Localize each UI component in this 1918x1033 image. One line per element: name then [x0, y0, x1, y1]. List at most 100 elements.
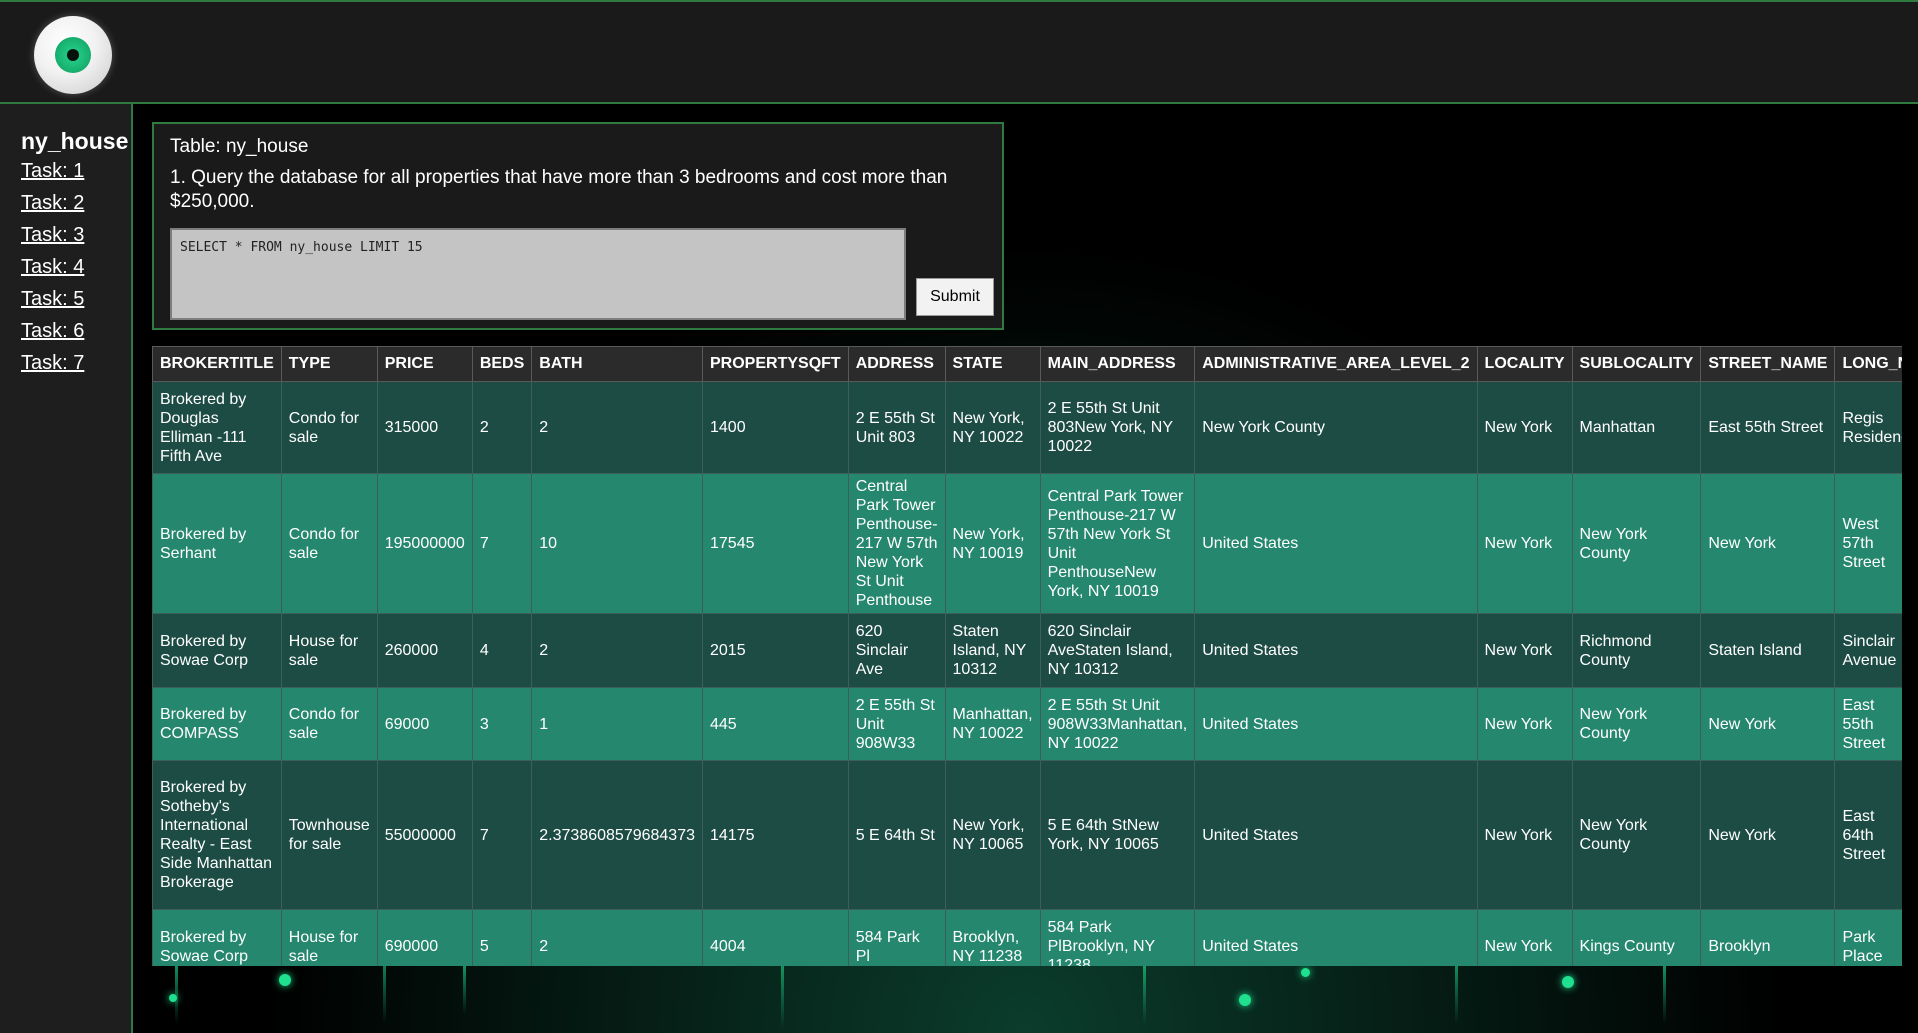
table-cell: 5 E 64th StNew York, NY 10065: [1039, 760, 1196, 910]
table-cell: Brokered by Serhant: [152, 473, 282, 614]
table-cell: 2: [471, 381, 533, 474]
column-header: TYPE: [280, 346, 378, 382]
column-header: LONG_N: [1834, 346, 1902, 382]
table-cell: United States: [1194, 613, 1478, 688]
table-cell: Brokered by Sotheby's International Real…: [152, 760, 282, 910]
table-cell: 260000: [376, 613, 473, 688]
sidebar-db-title: ny_house: [21, 128, 129, 154]
matrix-dot-decoration: [169, 994, 177, 1002]
table-cell: Condo for sale: [280, 473, 378, 614]
table-cell: New York: [1476, 909, 1573, 966]
matrix-rain-decoration: [1143, 964, 1146, 1024]
table-cell: Richmond County: [1571, 613, 1702, 688]
column-header: MAIN_ADDRESS: [1039, 346, 1196, 382]
column-header: ADDRESS: [847, 346, 946, 382]
table-cell: East 55th Street: [1834, 687, 1902, 761]
task-question: 1. Query the database for all properties…: [170, 167, 948, 212]
submit-button[interactable]: Submit: [916, 278, 994, 316]
task-panel: Table: ny_house 1. Query the database fo…: [152, 122, 1004, 330]
table-row: Brokered by Sowae Corp House for sale 69…: [152, 909, 1902, 966]
table-cell: 2.3738608579684373: [531, 760, 703, 910]
table-cell: Park Place: [1834, 909, 1902, 966]
sidebar-task-link[interactable]: Task: 7: [21, 353, 131, 374]
column-header: LOCALITY: [1476, 346, 1573, 382]
table-cell: 584 Park PlBrooklyn, NY 11238: [1039, 909, 1196, 966]
table-cell: United States: [1194, 909, 1478, 966]
table-cell: 445: [702, 687, 849, 761]
results-table-container[interactable]: BROKERTITLE TYPE PRICE BEDS BATH PROPERT…: [152, 346, 1902, 966]
table-cell: New York, NY 10022: [944, 381, 1041, 474]
table-cell: 315000: [376, 381, 473, 474]
results-table: BROKERTITLE TYPE PRICE BEDS BATH PROPERT…: [152, 346, 1902, 966]
table-cell: 4004: [702, 909, 849, 966]
sidebar-task-link[interactable]: Task: 1: [21, 161, 131, 182]
column-header: BROKERTITLE: [152, 346, 282, 382]
table-cell: East 55th Street: [1700, 381, 1836, 474]
table-cell: 4: [471, 613, 533, 688]
table-cell: Brokered by COMPASS: [152, 687, 282, 761]
sidebar-task-link[interactable]: Task: 3: [21, 225, 131, 246]
table-cell: Kings County: [1571, 909, 1702, 966]
table-cell: 195000000: [376, 473, 473, 614]
table-cell: Townhouse for sale: [280, 760, 378, 910]
table-cell: 5 E 64th St: [847, 760, 946, 910]
table-cell: New York: [1476, 473, 1573, 614]
top-bar: [0, 0, 1918, 104]
table-cell: 3: [471, 687, 533, 761]
table-cell: 584 Park Pl: [847, 909, 946, 966]
table-cell: Manhattan: [1571, 381, 1702, 474]
table-cell: United States: [1194, 473, 1478, 614]
matrix-rain-decoration: [781, 959, 784, 1029]
table-cell: Central Park Tower Penthouse-217 W 57th …: [1039, 473, 1196, 614]
table-cell: House for sale: [280, 909, 378, 966]
sidebar-task-link[interactable]: Task: 2: [21, 193, 131, 214]
sidebar-task-link[interactable]: Task: 5: [21, 289, 131, 310]
table-header-row: BROKERTITLE TYPE PRICE BEDS BATH PROPERT…: [152, 346, 1902, 382]
table-cell: 5: [471, 909, 533, 966]
table-cell: Staten Island, NY 10312: [944, 613, 1041, 688]
table-cell: New York, NY 10065: [944, 760, 1041, 910]
table-cell: 2: [531, 381, 703, 474]
table-row: Brokered by Sotheby's International Real…: [152, 760, 1902, 910]
table-cell: Central Park Tower Penthouse-217 W 57th …: [847, 473, 946, 614]
table-cell: 17545: [702, 473, 849, 614]
table-row: Brokered by Sowae Corp House for sale 26…: [152, 613, 1902, 688]
table-cell: 7: [471, 760, 533, 910]
matrix-dot-decoration: [1239, 994, 1251, 1006]
table-cell: New York County: [1571, 473, 1702, 614]
sidebar-task-link[interactable]: Task: 4: [21, 257, 131, 278]
column-header: STATE: [944, 346, 1041, 382]
table-cell: 690000: [376, 909, 473, 966]
table-cell: Brokered by Douglas Elliman -111 Fifth A…: [152, 381, 282, 474]
table-cell: Manhattan, NY 10022: [944, 687, 1041, 761]
table-row: Brokered by Douglas Elliman -111 Fifth A…: [152, 381, 1902, 474]
table-cell: East 64th Street: [1834, 760, 1902, 910]
table-cell: New York: [1700, 473, 1836, 614]
table-cell: Brooklyn, NY 11238: [944, 909, 1041, 966]
table-cell: New York: [1476, 381, 1573, 474]
table-cell: House for sale: [280, 613, 378, 688]
table-cell: Condo for sale: [280, 381, 378, 474]
sql-query-input[interactable]: SELECT * FROM ny_house LIMIT 15: [170, 228, 906, 320]
table-cell: Brokered by Sowae Corp: [152, 613, 282, 688]
matrix-rain-decoration: [1663, 964, 1666, 1024]
table-cell: New York: [1476, 687, 1573, 761]
column-header: SUBLOCALITY: [1571, 346, 1702, 382]
table-cell: Brooklyn: [1700, 909, 1836, 966]
matrix-dot-decoration: [279, 974, 291, 986]
table-cell: 620 Sinclair Ave: [847, 613, 946, 688]
column-header: ADMINISTRATIVE_AREA_LEVEL_2: [1194, 346, 1478, 382]
eye-logo-icon: [34, 16, 112, 94]
table-cell: 2 E 55th St Unit 803New York, NY 10022: [1039, 381, 1196, 474]
table-cell: New York, NY 10019: [944, 473, 1041, 614]
table-cell: New York County: [1571, 760, 1702, 910]
table-cell: 2 E 55th St Unit 908W33Manhattan, NY 100…: [1039, 687, 1196, 761]
table-cell: New York County: [1194, 381, 1478, 474]
sidebar-task-link[interactable]: Task: 6: [21, 321, 131, 342]
column-header: PRICE: [376, 346, 473, 382]
column-header: BATH: [531, 346, 703, 382]
table-cell: New York: [1476, 613, 1573, 688]
table-cell: New York: [1476, 760, 1573, 910]
table-cell: Condo for sale: [280, 687, 378, 761]
table-cell: 2: [531, 909, 703, 966]
